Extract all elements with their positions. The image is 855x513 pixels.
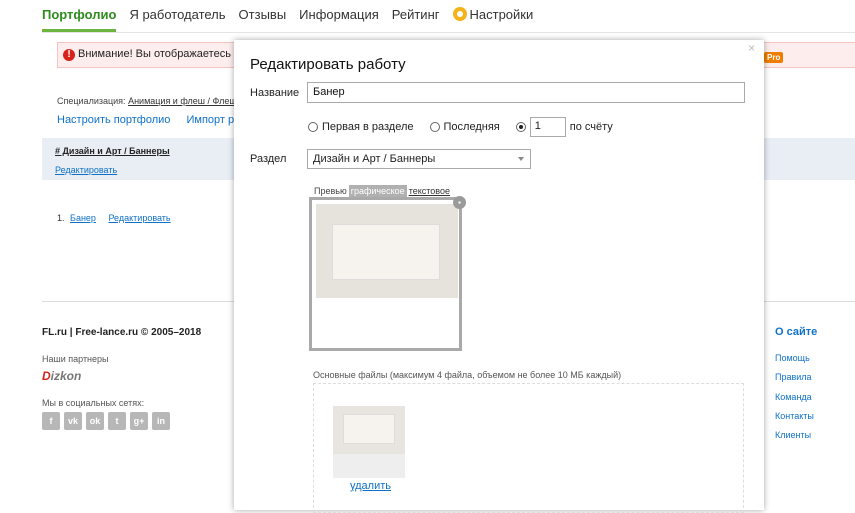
vk-icon[interactable]: vk [64,412,82,430]
ok-icon[interactable]: ok [86,412,104,430]
gear-icon [452,7,467,21]
social-icons: f vk ok t g+ in [42,412,174,430]
files-label: Основные файлы (максимум 4 файла, объемо… [313,370,622,380]
specialization: Специализация: Анимация и флеш / Флеш-ба… [57,96,254,106]
social-label: Мы в социальных сетях: [42,398,145,408]
preview-tabs: Превью графическое текстовое [312,185,452,197]
category-edit-link[interactable]: Редактировать [55,165,117,175]
dizkon-logo[interactable]: Dizkon [42,369,81,383]
about-link-team[interactable]: Команда [775,392,814,411]
about-title: О сайте [775,326,818,338]
googleplus-icon[interactable]: g+ [130,412,148,430]
section-label: Раздел [250,153,287,165]
thumbnail-card [343,414,395,444]
name-label: Название [250,87,300,99]
about-link-contacts[interactable]: Контакты [775,411,814,430]
radio-first-label: Первая в разделе [322,121,414,133]
facebook-icon[interactable]: f [42,412,60,430]
trash-icon[interactable]: ▪ [453,196,466,209]
setup-portfolio-link[interactable]: Настроить портфолио [57,114,170,126]
position-input[interactable]: 1 [529,117,566,137]
nav-info[interactable]: Информация [299,0,379,32]
file-thumbnail [333,406,405,478]
dialog-title: Редактировать работу [250,56,406,73]
nav-employer[interactable]: Я работодатель [129,0,225,32]
category-title[interactable]: # Дизайн и Арт / Баннеры [55,146,170,156]
about-link-clients[interactable]: Клиенты [775,430,814,449]
radio-position[interactable] [515,122,526,132]
close-icon[interactable]: × [748,41,755,55]
about-links: Помощь Правила Команда Контакты Клиенты [775,353,814,449]
nav-divider [42,32,855,33]
position-radios: Первая в разделе Последняя 1 по счёту [308,117,613,137]
position-suffix: по счёту [569,121,613,133]
chevron-down-icon [518,157,524,161]
preview-card [332,224,440,280]
linkedin-icon[interactable]: in [152,412,170,430]
radio-last[interactable] [429,122,440,132]
preview-box[interactable] [309,197,462,351]
work-item-title[interactable]: Банер [70,213,96,223]
partners-label: Наши партнеры [42,354,109,364]
nav-portfolio[interactable]: Портфолио [42,0,117,32]
about-link-rules[interactable]: Правила [775,372,814,391]
exclamation-icon: ! [63,49,75,61]
section-select-value: Дизайн и Арт / Баннеры [313,153,436,165]
pro-badge[interactable]: Pro [764,52,784,63]
about-link-help[interactable]: Помощь [775,353,814,372]
list-item: 1. Банер Редактировать [57,213,171,223]
thumbnail-image [333,406,405,454]
nav-settings-label: Настройки [469,7,534,22]
name-field[interactable]: Банер [307,82,745,103]
preview-label: Превью [314,186,347,196]
section-select[interactable]: Дизайн и Арт / Баннеры [307,149,531,169]
copyright: FL.ru | Free-lance.ru © 2005–2018 [42,327,202,338]
work-item-number: 1. [57,213,65,223]
radio-first[interactable] [308,122,318,132]
preview-image [316,204,458,298]
nav-reviews[interactable]: Отзывы [239,0,287,32]
tab-text[interactable]: текстовое [407,185,452,197]
edit-work-dialog: × Редактировать работу Название Банер Пе… [234,40,764,513]
top-nav: Портфолио Я работодатель Отзывы Информац… [42,0,546,32]
twitter-icon[interactable]: t [108,412,126,430]
radio-last-label: Последняя [443,121,500,133]
nav-settings[interactable]: Настройки [452,0,534,32]
nav-rating[interactable]: Рейтинг [392,0,440,32]
warning-text: Внимание! Вы отображаетесь в кат [78,48,259,60]
work-item-edit[interactable]: Редактировать [108,213,170,223]
tab-graphic[interactable]: графическое [348,185,407,197]
delete-file-link[interactable]: удалить [350,480,391,492]
spec-label: Специализация: [57,96,126,106]
